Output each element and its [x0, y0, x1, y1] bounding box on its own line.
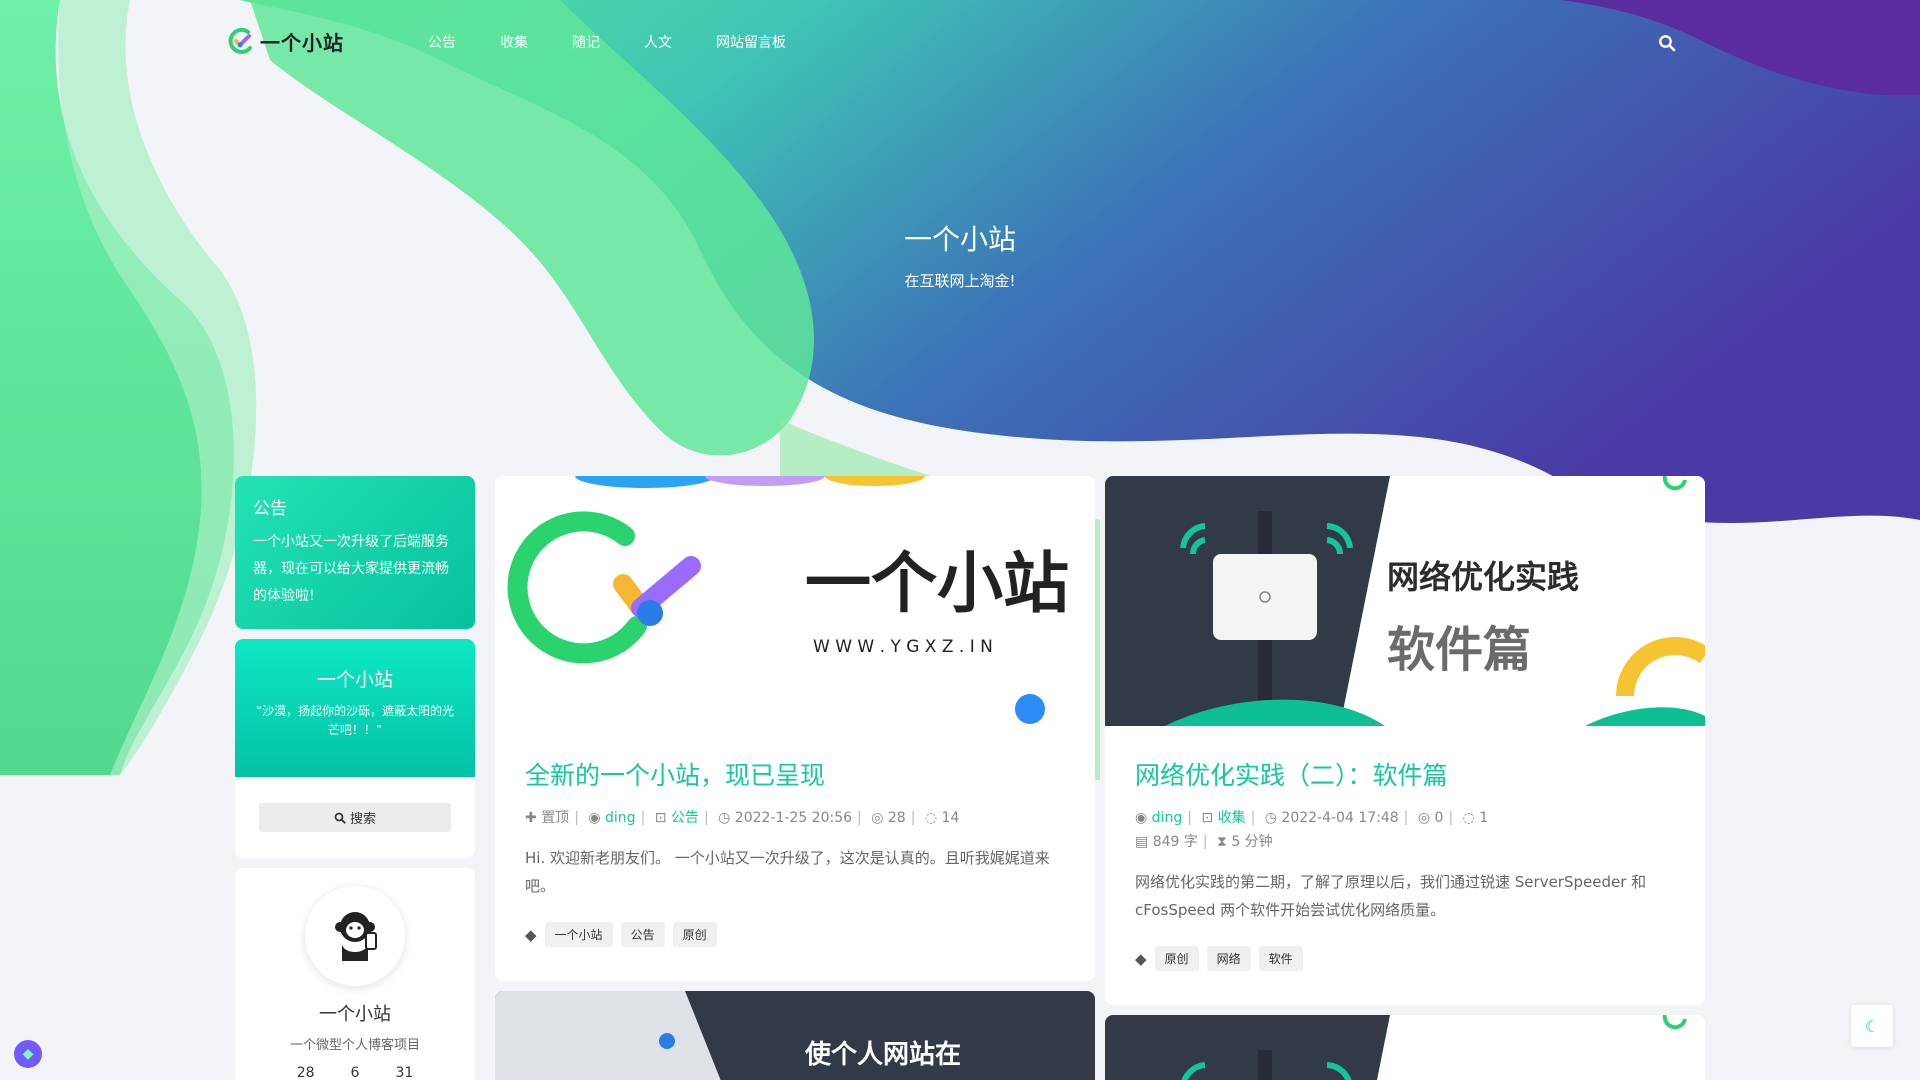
- post-meta: ◉ ding | ⊡ 收集 | ◷ 2022-4-04 17:48 | ◎ 0 | ◌ …: [1135, 810, 1489, 850]
- post-card[interactable]: 一个小站 W W W . Y G X Z . I N 全新的一个小站，现已呈现 …: [495, 476, 1095, 981]
- sidebar-profile-card: 一个小站 一个微型个人博客项目 28 6 31: [235, 868, 475, 1080]
- post-excerpt: Hi. 欢迎新老朋友们。 一个小站又一次升级了，这次是认真的。且听我娓娓道来吧。: [525, 849, 1050, 895]
- post-date: 2022-4-04 17:48: [1281, 810, 1399, 826]
- post-thumbnail[interactable]: 网络优化实践 软件篇: [1105, 476, 1705, 726]
- eye-icon: ◎: [1417, 810, 1431, 826]
- floating-action-button[interactable]: ◆: [14, 1040, 42, 1068]
- monkey-avatar-icon: [335, 912, 377, 961]
- hero-title: 一个小站: [903, 223, 1016, 256]
- search-icon[interactable]: [1658, 34, 1676, 52]
- tags-icon: ◆: [1135, 949, 1147, 968]
- stat-categories: 6: [350, 1065, 360, 1080]
- logo-mark-icon: [228, 27, 252, 54]
- notice-title: 公告: [253, 499, 287, 519]
- diamond-icon: ◆: [22, 1046, 34, 1062]
- nav-item-collection[interactable]: 收集: [500, 32, 528, 52]
- user-icon: ◉: [588, 810, 601, 826]
- comment-icon: ◌: [924, 810, 938, 826]
- search-icon: [334, 812, 346, 824]
- tag-item[interactable]: 原创: [672, 922, 717, 947]
- bookmark-icon: ⊡: [654, 810, 667, 826]
- post-thumbnail[interactable]: [1105, 1015, 1705, 1080]
- stat-tags: 31: [395, 1065, 414, 1080]
- logo-text: 一个小站: [260, 30, 344, 55]
- post-author[interactable]: ding: [605, 810, 636, 826]
- sidebar-search-button[interactable]: 搜索: [259, 803, 451, 832]
- clock-icon: ◷: [1264, 810, 1277, 826]
- user-icon: ◉: [1135, 810, 1148, 826]
- post-read-time: 5 分钟: [1231, 834, 1273, 850]
- post-tags: ◆ 一个小站 公告 原创: [525, 922, 1065, 947]
- post-word-count: 849 字: [1152, 834, 1198, 850]
- search-button-label: 搜索: [349, 812, 376, 827]
- site-logo[interactable]: 一个小站: [226, 26, 344, 56]
- profile-name: 一个小站: [319, 1004, 391, 1025]
- post-excerpt: 网络优化实践的第二期，了解了原理以后，我们通过锐速 ServerSpeeder …: [1135, 873, 1647, 919]
- dark-mode-toggle[interactable]: ☾: [1851, 1005, 1893, 1047]
- hourglass-icon: ⧗: [1217, 834, 1227, 850]
- search-card-title: 一个小站: [316, 669, 393, 691]
- eye-icon: ◎: [871, 810, 884, 826]
- post-thumbnail-art: 网络优化实践 软件篇: [1105, 476, 1705, 726]
- search-card-quote: “沙漠，扬起你的沙砾，遮蔽太阳的光芒吧！！”: [255, 704, 455, 737]
- thumb-title-text: 网络优化实践: [1387, 558, 1579, 596]
- site-header: 一个小站 公告 收集 随记 人文 网站留言板: [0, 0, 1920, 84]
- post-views: 0: [1434, 810, 1444, 826]
- thumb-brand-text: 一个小站: [805, 545, 1069, 622]
- post-thumbnail[interactable]: 一个小站 W W W . Y G X Z . I N: [495, 476, 1095, 726]
- post-views: 28: [887, 810, 906, 826]
- post-comments: 14: [941, 810, 960, 826]
- main-nav: 公告 收集 随记 人文 网站留言板: [428, 32, 830, 52]
- tag-item[interactable]: 一个小站: [544, 922, 613, 947]
- profile-desc: 一个微型个人博客项目: [289, 1038, 420, 1053]
- tag-item[interactable]: 公告: [620, 922, 665, 947]
- nav-item-announcement[interactable]: 公告: [428, 32, 456, 52]
- notice-text: 一个小站又一次升级了后端服务器，现在可以给大家提供更流畅的体验啦!: [253, 534, 449, 604]
- post-card[interactable]: 网络优化实践 软件篇 网络优化实践（二）：软件篇 ◉ ding | ⊡ 收集 | ◷…: [1105, 476, 1705, 1005]
- nav-item-humanities[interactable]: 人文: [644, 32, 672, 52]
- sidebar-notice-card: 公告 一个小站又一次升级了后端服务器，现在可以给大家提供更流畅的体验啦!: [235, 476, 475, 629]
- moon-icon: ☾: [1864, 1016, 1880, 1036]
- post-tags: ◆ 原创 网络 软件: [1135, 946, 1675, 971]
- clock-icon: ◷: [718, 810, 731, 826]
- post-meta: ✚ 置顶 | ◉ ding | ⊡ 公告 | ◷ 2022-1-25 20:56 | ◎…: [525, 810, 960, 826]
- hero-subtitle: 在互联网上淘金!: [904, 272, 1016, 290]
- post-thumbnail-art: 一个小站 W W W . Y G X Z . I N: [495, 476, 1095, 726]
- sidebar-search-card: 一个小站 “沙漠，扬起你的沙砾，遮蔽太阳的光芒吧！！” 搜索: [235, 639, 475, 858]
- tag-item[interactable]: 软件: [1258, 946, 1303, 971]
- post-comments: 1: [1479, 810, 1489, 826]
- nav-item-guestbook[interactable]: 网站留言板: [716, 32, 786, 52]
- post-card[interactable]: 使个人网站在: [495, 991, 1095, 1080]
- stat-posts: 28: [296, 1065, 315, 1080]
- pin-icon: ✚: [525, 810, 537, 826]
- profile-stats: 28 6 31: [235, 1065, 475, 1080]
- post-card[interactable]: [1105, 1015, 1705, 1080]
- avatar[interactable]: [305, 886, 405, 986]
- nav-item-notes[interactable]: 随记: [572, 32, 600, 52]
- file-icon: ▤: [1135, 834, 1149, 850]
- bookmark-icon: ⊡: [1201, 810, 1214, 826]
- thumb-title-text: 使个人网站在: [804, 1040, 961, 1070]
- tags-icon: ◆: [525, 925, 537, 944]
- tag-item[interactable]: 网络: [1206, 946, 1251, 971]
- tag-item[interactable]: 原创: [1154, 946, 1199, 971]
- post-category[interactable]: 收集: [1218, 810, 1246, 826]
- thumb-url-text: W W W . Y G X Z . I N: [813, 637, 993, 657]
- post-pinned: 置顶: [541, 810, 570, 826]
- post-author[interactable]: ding: [1152, 810, 1183, 826]
- post-thumbnail[interactable]: 使个人网站在: [495, 991, 1095, 1080]
- post-category[interactable]: 公告: [671, 810, 699, 826]
- post-date: 2022-1-25 20:56: [734, 810, 853, 826]
- post-title[interactable]: 全新的一个小站，现已呈现: [525, 756, 1065, 792]
- search-card-header: 一个小站 “沙漠，扬起你的沙砾，遮蔽太阳的光芒吧！！”: [235, 639, 475, 777]
- post-title[interactable]: 网络优化实践（二）：软件篇: [1135, 756, 1675, 792]
- comment-icon: ◌: [1462, 810, 1475, 826]
- thumb-subtitle-text: 软件篇: [1387, 622, 1531, 678]
